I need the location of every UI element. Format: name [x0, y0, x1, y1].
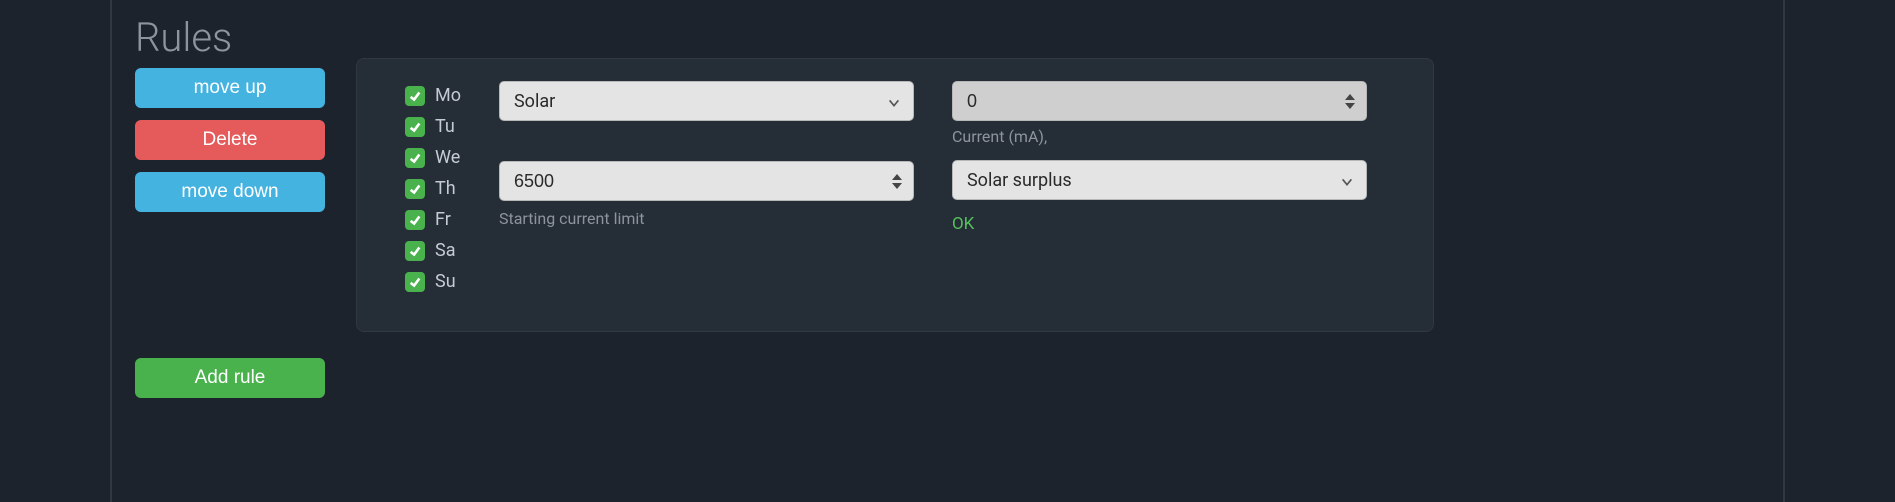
checkbox-su[interactable] — [405, 272, 425, 292]
checkbox-fr[interactable] — [405, 210, 425, 230]
current-value-input[interactable] — [952, 81, 1367, 121]
day-row-th: Th — [405, 178, 461, 199]
checkbox-we[interactable] — [405, 148, 425, 168]
mode-select-value: Solar — [514, 91, 555, 112]
day-row-fr: Fr — [405, 209, 461, 230]
checkbox-sa[interactable] — [405, 241, 425, 261]
frame-border-left — [110, 0, 112, 502]
checkbox-th[interactable] — [405, 179, 425, 199]
check-icon — [408, 275, 422, 289]
step-up-icon[interactable] — [1344, 93, 1356, 101]
day-label: Sa — [435, 240, 455, 261]
day-row-su: Su — [405, 271, 461, 292]
page: Rules move up Delete move down Add rule … — [0, 0, 1895, 502]
surplus-select-value: Solar surplus — [967, 170, 1072, 191]
check-icon — [408, 213, 422, 227]
surplus-select[interactable]: Solar surplus — [952, 160, 1367, 200]
day-label: Mo — [435, 85, 461, 106]
step-down-icon[interactable] — [891, 182, 903, 190]
check-icon — [408, 89, 422, 103]
status-ok: OK — [952, 214, 1367, 234]
starting-current-input[interactable] — [499, 161, 914, 201]
check-icon — [408, 120, 422, 134]
add-rule-button[interactable]: Add rule — [135, 358, 325, 398]
chevron-down-icon — [1340, 173, 1354, 187]
day-label: Th — [435, 178, 456, 199]
mode-select[interactable]: Solar — [499, 81, 914, 121]
current-value-label: Current (mA), — [952, 127, 1367, 146]
current-value-field[interactable] — [967, 91, 1330, 112]
spacer — [499, 135, 914, 147]
number-stepper[interactable] — [891, 169, 907, 193]
day-label: Su — [435, 271, 456, 292]
step-up-icon[interactable] — [891, 173, 903, 181]
day-label: We — [435, 147, 460, 168]
day-row-tu: Tu — [405, 116, 461, 137]
delete-button[interactable]: Delete — [135, 120, 325, 160]
move-up-button[interactable]: move up — [135, 68, 325, 108]
check-icon — [408, 244, 422, 258]
checkbox-tu[interactable] — [405, 117, 425, 137]
day-row-sa: Sa — [405, 240, 461, 261]
starting-current-field[interactable] — [514, 171, 877, 192]
day-row-mo: Mo — [405, 85, 461, 106]
step-down-icon[interactable] — [1344, 102, 1356, 110]
rule-order-controls: move up Delete move down — [135, 68, 325, 212]
checkbox-mo[interactable] — [405, 86, 425, 106]
day-label: Tu — [435, 116, 455, 137]
frame-border-right — [1783, 0, 1785, 502]
check-icon — [408, 182, 422, 196]
check-icon — [408, 151, 422, 165]
rule-card: Mo Tu We Th — [356, 58, 1434, 332]
chevron-down-icon — [887, 94, 901, 108]
section-title: Rules — [135, 14, 232, 61]
day-label: Fr — [435, 209, 451, 230]
day-row-we: We — [405, 147, 461, 168]
starting-current-hint: Starting current limit — [499, 209, 914, 228]
number-stepper[interactable] — [1344, 89, 1360, 113]
move-down-button[interactable]: move down — [135, 172, 325, 212]
current-column: Current (mA), Solar surplus OK — [952, 81, 1367, 309]
mode-column: Solar Starting current limit — [499, 81, 914, 309]
days-column: Mo Tu We Th — [405, 81, 461, 309]
